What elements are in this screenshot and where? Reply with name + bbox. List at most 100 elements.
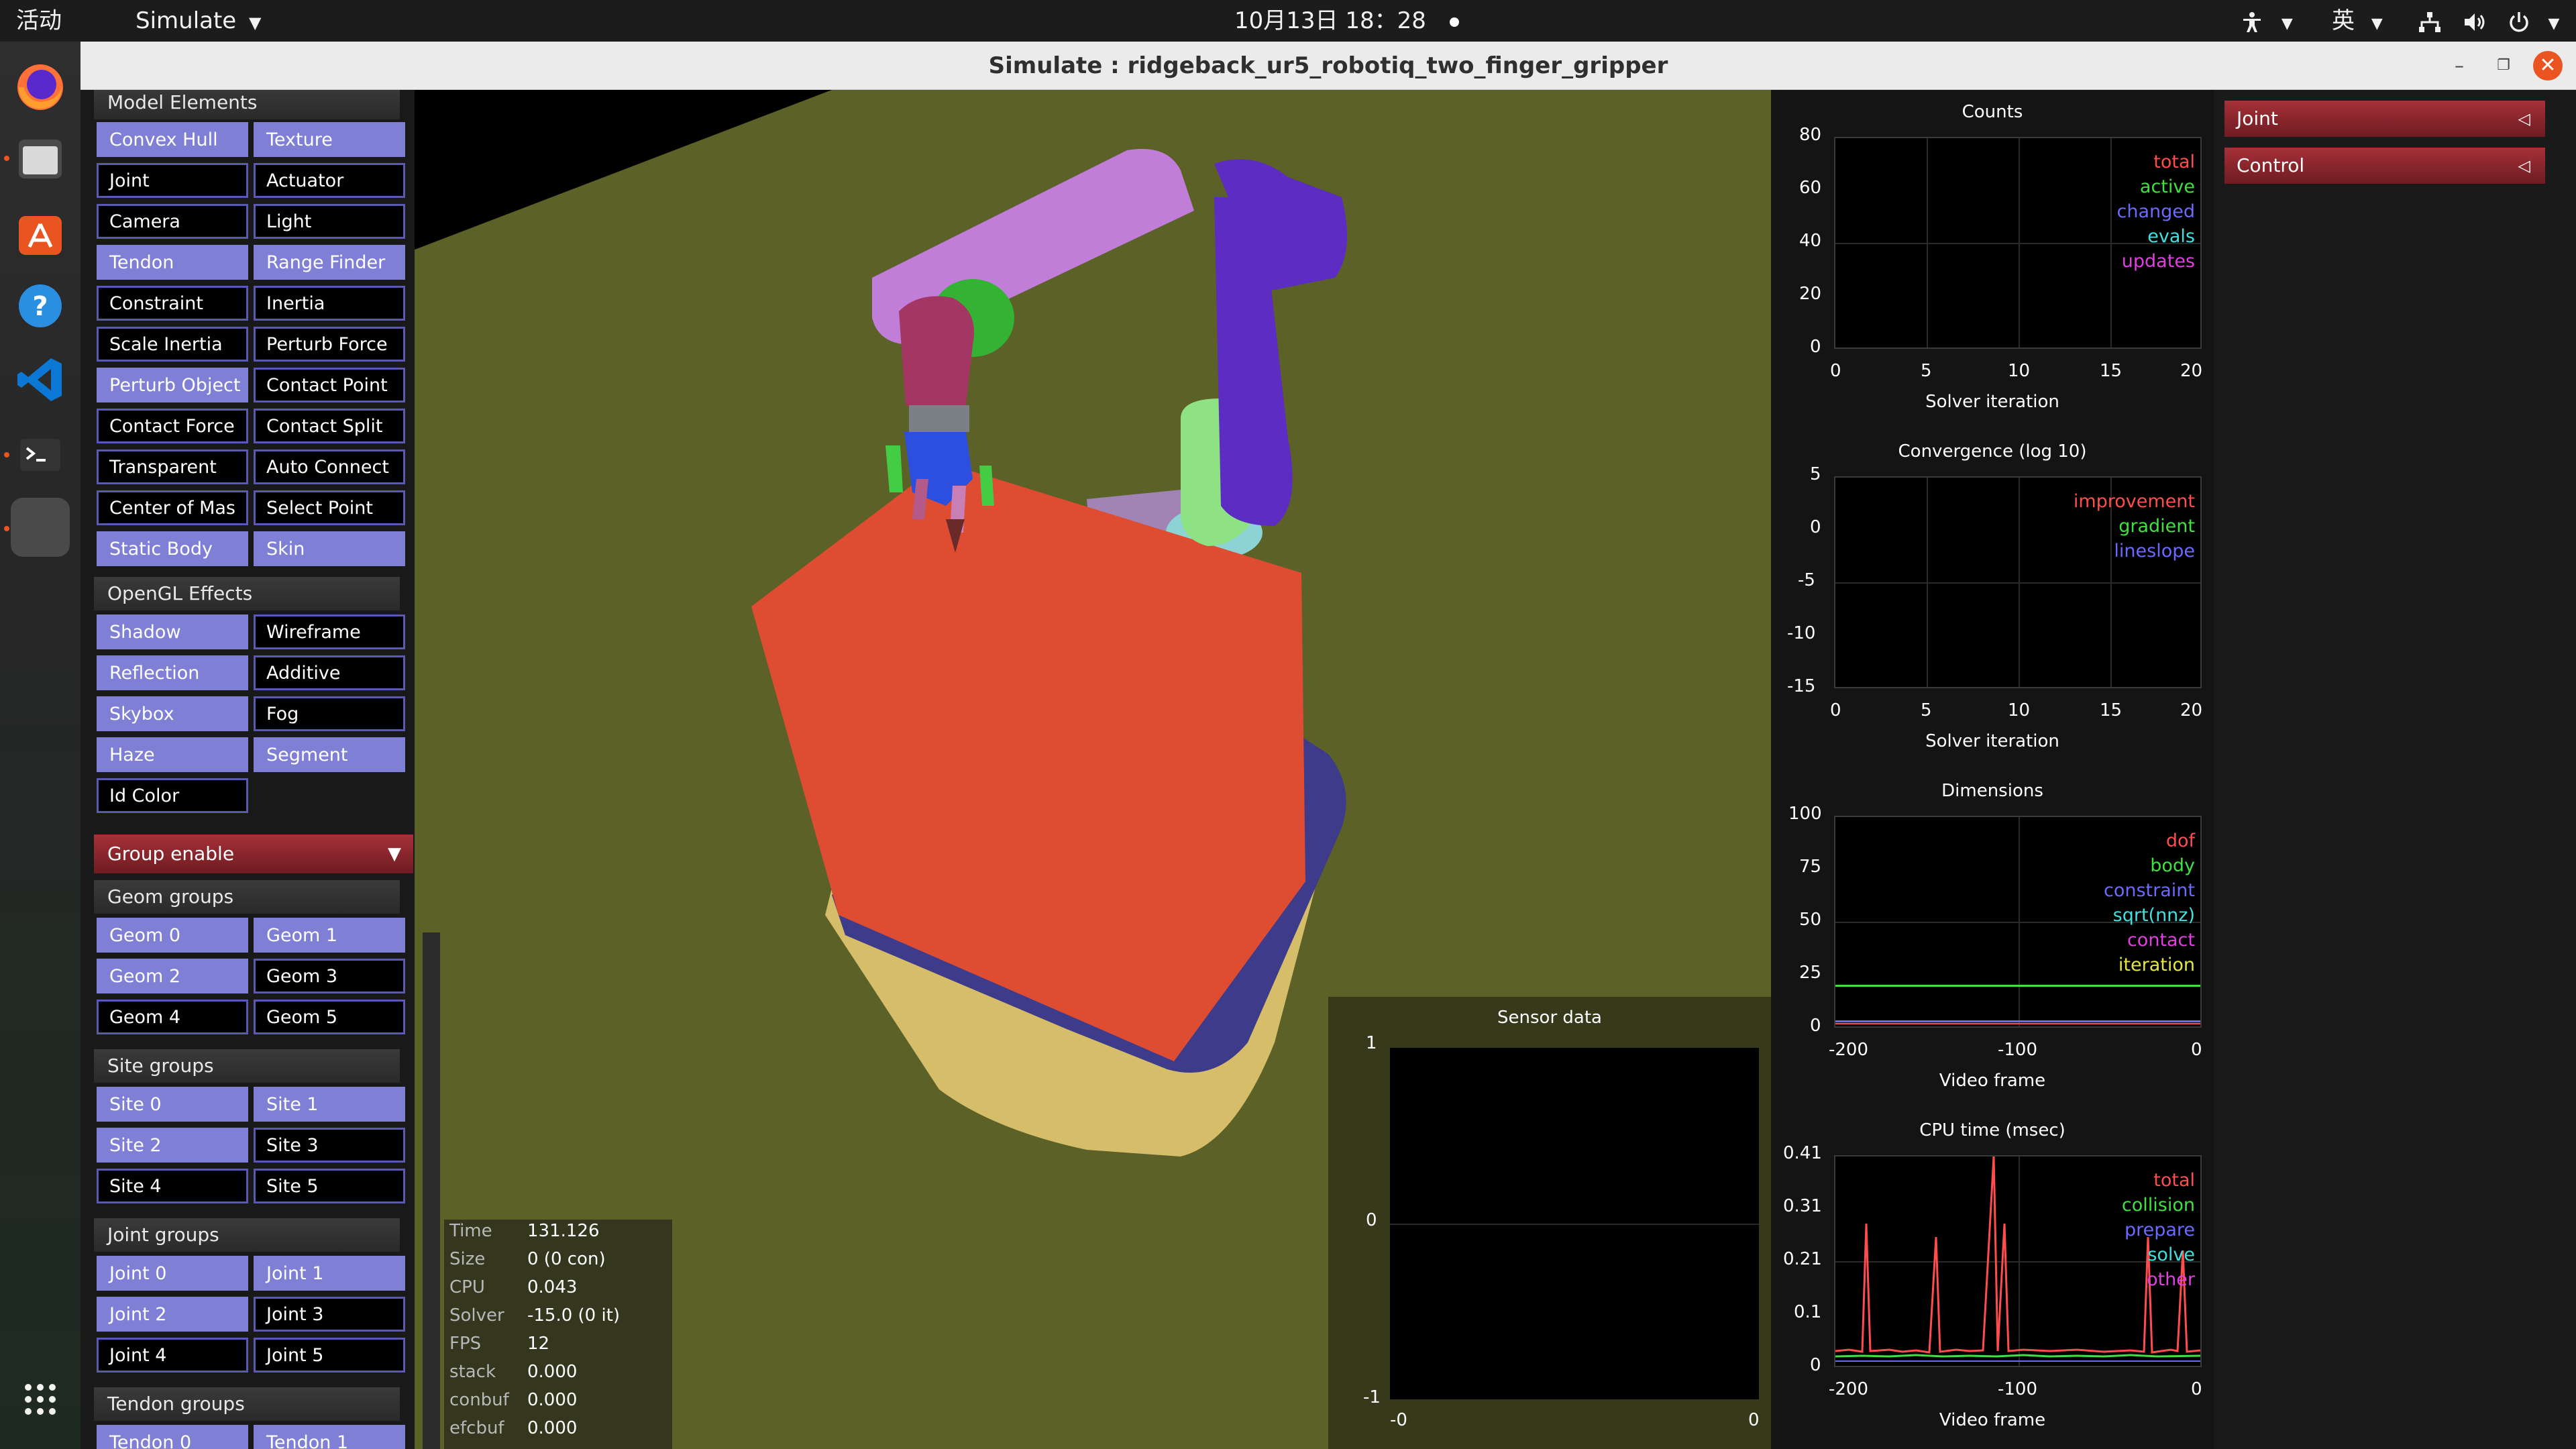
toggle-site-5[interactable]: Site 5 bbox=[254, 1169, 405, 1203]
window-titlebar[interactable]: Simulate : ridgeback_ur5_robotiq_two_fin… bbox=[80, 42, 2576, 90]
x-tick: 0 bbox=[1830, 361, 1841, 381]
toggle-select-point[interactable]: Select Point bbox=[254, 490, 405, 525]
toggle-geom-4[interactable]: Geom 4 bbox=[97, 1000, 248, 1034]
toggle-skin[interactable]: Skin bbox=[254, 531, 405, 566]
toggle-site-2[interactable]: Site 2 bbox=[97, 1128, 248, 1163]
toggle-scale-inertia[interactable]: Scale Inertia bbox=[97, 327, 248, 362]
toggle-texture[interactable]: Texture bbox=[254, 122, 405, 157]
volume-icon bbox=[2464, 13, 2485, 31]
close-icon[interactable]: ✕ bbox=[2533, 51, 2563, 80]
files-icon[interactable] bbox=[11, 129, 70, 188]
input-method-menu[interactable]: 英 ▼ bbox=[2332, 0, 2383, 42]
section-header-model-elements[interactable]: Model Elements bbox=[94, 90, 400, 119]
restore-icon[interactable]: ❐ bbox=[2489, 51, 2518, 80]
minimize-icon[interactable]: – bbox=[2445, 51, 2474, 80]
toggle-geom-3[interactable]: Geom 3 bbox=[254, 959, 405, 994]
toggle-site-1[interactable]: Site 1 bbox=[254, 1087, 405, 1122]
x-axis-label: Solver iteration bbox=[1925, 392, 2059, 412]
activities-button[interactable]: 活动 bbox=[16, 0, 62, 42]
toggle-convex-hull[interactable]: Convex Hull bbox=[97, 122, 248, 157]
y-tick: -1 bbox=[1363, 1387, 1381, 1407]
legend-entry: gradient bbox=[2118, 516, 2195, 537]
software-center-icon[interactable] bbox=[11, 203, 70, 262]
section-header-opengl-effects[interactable]: OpenGL Effects bbox=[94, 577, 400, 610]
toggle-constraint[interactable]: Constraint bbox=[97, 286, 248, 321]
toggle-skybox[interactable]: Skybox bbox=[97, 696, 248, 731]
simulate-app-icon[interactable] bbox=[11, 498, 70, 557]
toggle-haze[interactable]: Haze bbox=[97, 737, 248, 772]
info-value: 0.000 bbox=[527, 1418, 578, 1438]
info-key: conbuf bbox=[449, 1390, 509, 1410]
left-ui-panel: Model Elements Convex Hull Texture Joint… bbox=[80, 90, 415, 1449]
toggle-perturb-object[interactable]: Perturb Object bbox=[97, 368, 248, 402]
help-icon[interactable]: ? bbox=[11, 276, 70, 335]
control-section[interactable]: Control ◁ bbox=[2224, 148, 2545, 184]
toggle-id-color[interactable]: Id Color bbox=[97, 778, 248, 813]
info-value: 12 bbox=[527, 1334, 550, 1354]
group-enable-section[interactable]: Group enable ▼ bbox=[94, 835, 413, 873]
toggle-camera[interactable]: Camera bbox=[97, 204, 248, 239]
section-header-tendon-groups[interactable]: Tendon groups bbox=[94, 1387, 400, 1421]
toggle-joint-5[interactable]: Joint 5 bbox=[254, 1338, 405, 1373]
toggle-range-finder[interactable]: Range Finder bbox=[254, 245, 405, 280]
toggle-geom-2[interactable]: Geom 2 bbox=[97, 959, 248, 994]
system-menu[interactable]: ▼ bbox=[2418, 0, 2559, 42]
terminal-icon[interactable] bbox=[11, 425, 70, 484]
toggle-geom-0[interactable]: Geom 0 bbox=[97, 918, 248, 953]
toggle-geom-1[interactable]: Geom 1 bbox=[254, 918, 405, 953]
toggle-joint-1[interactable]: Joint 1 bbox=[254, 1256, 405, 1291]
toggle-site-3[interactable]: Site 3 bbox=[254, 1128, 405, 1163]
toggle-joint-3[interactable]: Joint 3 bbox=[254, 1297, 405, 1332]
legend-entry: active bbox=[2139, 176, 2195, 197]
toggle-joint[interactable]: Joint bbox=[97, 163, 248, 198]
toggle-transparent[interactable]: Transparent bbox=[97, 449, 248, 484]
toggle-shadow[interactable]: Shadow bbox=[97, 614, 248, 649]
toggle-tendon[interactable]: Tendon bbox=[97, 245, 248, 280]
toggle-light[interactable]: Light bbox=[254, 204, 405, 239]
toggle-actuator[interactable]: Actuator bbox=[254, 163, 405, 198]
x-tick: 20 bbox=[2180, 361, 2203, 381]
toggle-geom-5[interactable]: Geom 5 bbox=[254, 1000, 405, 1034]
toggle-wireframe[interactable]: Wireframe bbox=[254, 614, 405, 649]
x-tick: -0 bbox=[1390, 1410, 1407, 1430]
legend-entry: iteration bbox=[2118, 955, 2195, 975]
toggle-additive[interactable]: Additive bbox=[254, 655, 405, 690]
left-panel-scrollbar[interactable] bbox=[423, 932, 440, 1449]
toggle-fog[interactable]: Fog bbox=[254, 696, 405, 731]
input-method-label: 英 bbox=[2332, 7, 2355, 34]
toggle-tendon-1[interactable]: Tendon 1 bbox=[254, 1425, 405, 1449]
toggle-joint-2[interactable]: Joint 2 bbox=[97, 1297, 248, 1332]
toggle-auto-connect[interactable]: Auto Connect bbox=[254, 449, 405, 484]
toggle-reflection[interactable]: Reflection bbox=[97, 655, 248, 690]
toggle-joint-4[interactable]: Joint 4 bbox=[97, 1338, 248, 1373]
window-title: Simulate : ridgeback_ur5_robotiq_two_fin… bbox=[988, 52, 1668, 79]
legend-entry: dof bbox=[2165, 830, 2195, 851]
toggle-segment[interactable]: Segment bbox=[254, 737, 405, 772]
vscode-icon[interactable] bbox=[11, 350, 70, 409]
firefox-icon[interactable] bbox=[11, 58, 70, 117]
info-key: stack bbox=[449, 1362, 496, 1382]
toggle-site-0[interactable]: Site 0 bbox=[97, 1087, 248, 1122]
toggle-tendon-0[interactable]: Tendon 0 bbox=[97, 1425, 248, 1449]
legend-entry: sqrt(nnz) bbox=[2112, 905, 2195, 926]
accessibility-menu[interactable]: ▼ bbox=[2241, 0, 2293, 42]
section-header-geom-groups[interactable]: Geom groups bbox=[94, 880, 400, 914]
x-tick: 20 bbox=[2180, 700, 2203, 720]
toggle-joint-0[interactable]: Joint 0 bbox=[97, 1256, 248, 1291]
toggle-contact-split[interactable]: Contact Split bbox=[254, 409, 405, 443]
toggle-perturb-force[interactable]: Perturb Force bbox=[254, 327, 405, 362]
toggle-static-body[interactable]: Static Body bbox=[97, 531, 248, 566]
toggle-contact-point[interactable]: Contact Point bbox=[254, 368, 405, 402]
joint-section[interactable]: Joint ◁ bbox=[2224, 101, 2545, 137]
section-header-site-groups[interactable]: Site groups bbox=[94, 1049, 400, 1083]
toggle-contact-force[interactable]: Contact Force bbox=[97, 409, 248, 443]
show-apps-icon[interactable] bbox=[11, 1370, 70, 1429]
toggle-center-of-mass[interactable]: Center of Mas bbox=[97, 490, 248, 525]
app-menu[interactable]: Simulate ▼ bbox=[136, 0, 262, 42]
section-header-joint-groups[interactable]: Joint groups bbox=[94, 1218, 400, 1252]
clock[interactable]: 10月13日 18：28 bbox=[1234, 0, 1459, 42]
y-tick: 50 bbox=[1799, 910, 1822, 930]
legend-entry: solve bbox=[2147, 1244, 2195, 1265]
toggle-site-4[interactable]: Site 4 bbox=[97, 1169, 248, 1203]
toggle-inertia[interactable]: Inertia bbox=[254, 286, 405, 321]
